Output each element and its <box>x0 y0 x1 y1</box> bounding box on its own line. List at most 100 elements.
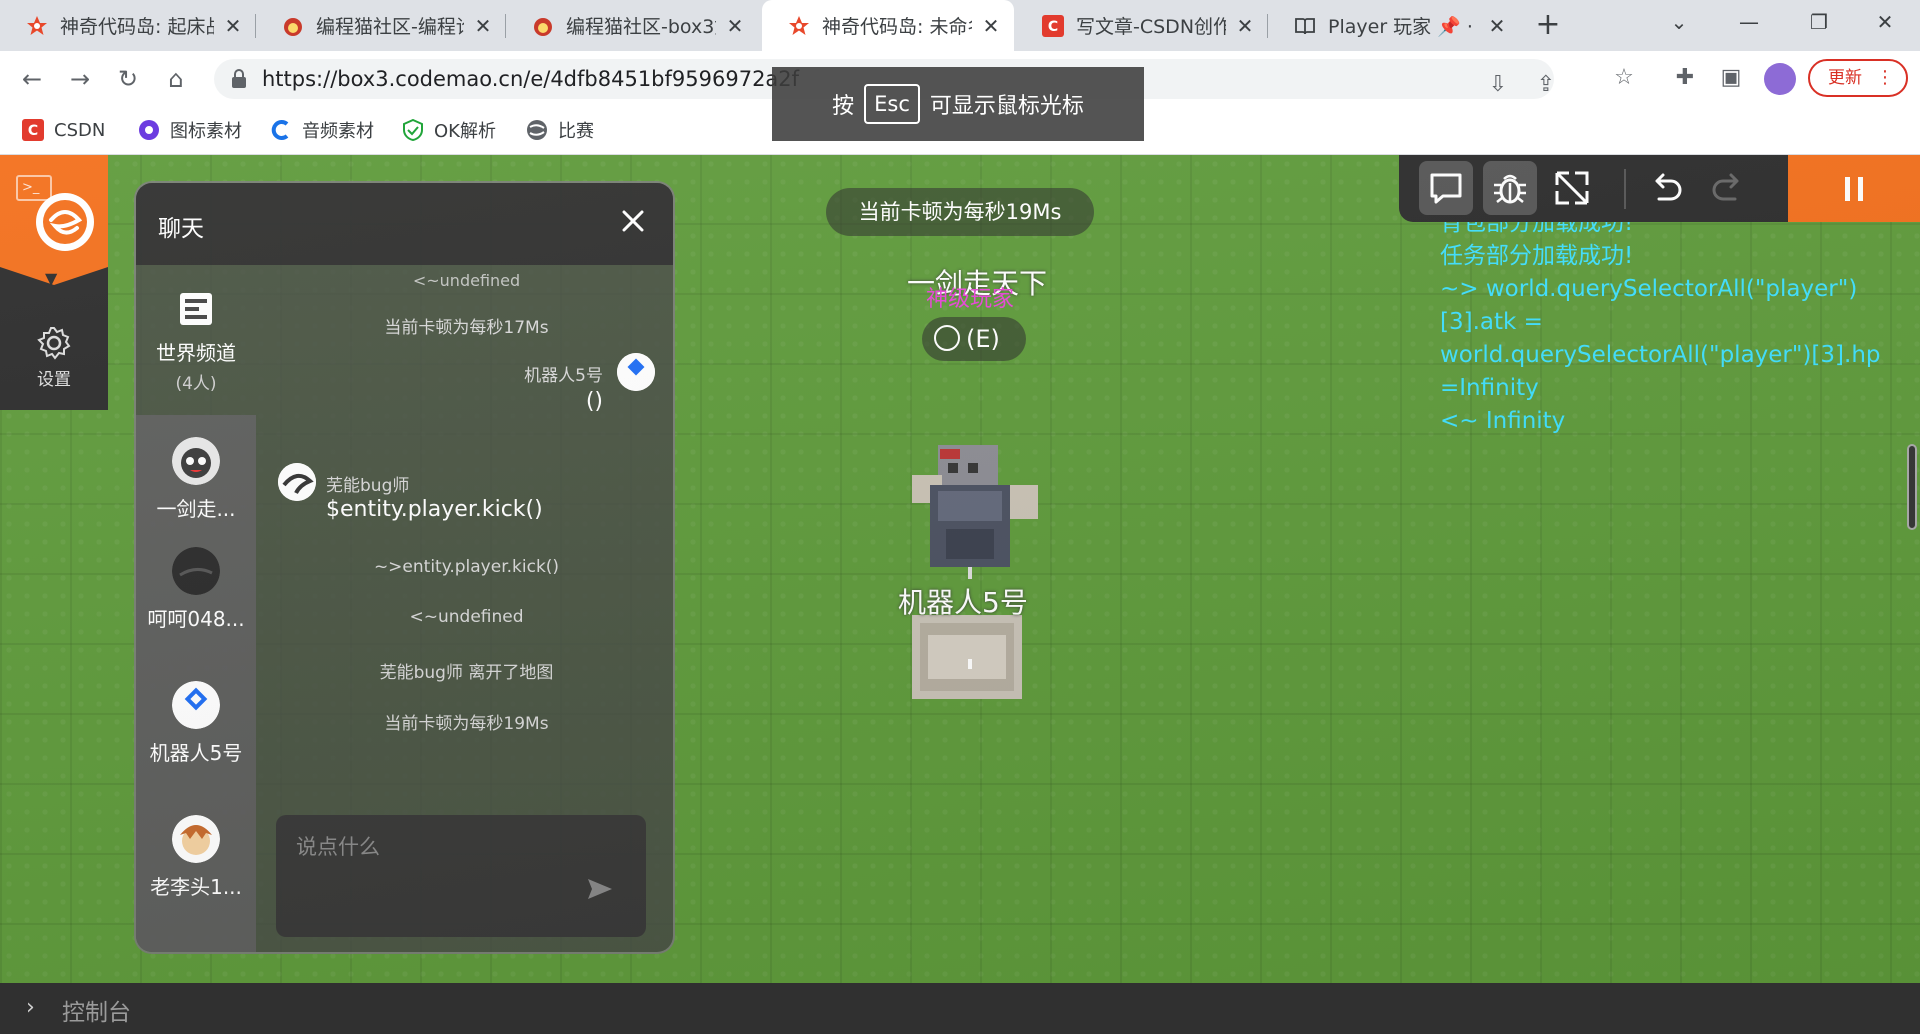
bookmark-ok[interactable]: OK解析 <box>402 115 496 145</box>
close-icon[interactable]: ✕ <box>1234 14 1256 38</box>
game-viewport[interactable]: >_ ▼ 设置 聊天 世界频道 (4人) 一剑走... 呵呵048... 机器人… <box>0 155 1920 983</box>
tab-search-icon[interactable]: ⌄ <box>1644 0 1714 44</box>
system-message: ~>entity.player.kick() <box>373 557 560 577</box>
gear-icon[interactable] <box>36 325 72 361</box>
avatar <box>617 353 655 391</box>
settings-label[interactable]: 设置 <box>0 365 108 390</box>
back-icon[interactable]: ← <box>12 59 52 99</box>
extensions-icon[interactable]: ✚ <box>1668 61 1702 95</box>
codemao-cat-icon <box>282 15 304 37</box>
chat-message-robot: 机器人5号 () <box>355 353 655 423</box>
log-line: 任务部分加载成功! <box>1440 243 1634 269</box>
tab-title: 神奇代码岛: 起床战 <box>60 16 214 38</box>
box3-logo-icon <box>36 193 94 251</box>
chat-sidebar: 世界频道 (4人) 一剑走... 呵呵048... 机器人5号 老李头1... <box>136 265 256 952</box>
bookmark-csdn[interactable]: C CSDN <box>22 115 105 145</box>
bookmark-audio[interactable]: 音频素材 <box>270 115 374 145</box>
console-label: 控制台 <box>62 1000 131 1026</box>
console-output: 背包部分加载成功! 任务部分加载成功! ~> world.querySelect… <box>1440 207 1881 438</box>
tab-2[interactable]: 编程猫社区-编程论 ✕ <box>256 0 506 51</box>
home-icon[interactable]: ⌂ <box>156 59 196 99</box>
redo-icon <box>1712 173 1739 201</box>
close-icon[interactable]: ✕ <box>1486 14 1508 38</box>
csdn-icon: C <box>1042 14 1064 37</box>
log-scrollbar[interactable] <box>1907 444 1917 530</box>
tab-title: 编程猫社区-box3如 <box>566 16 716 38</box>
globe-icon <box>526 119 548 141</box>
console-bar[interactable]: › 控制台 <box>0 983 1920 1034</box>
bug-icon <box>1494 174 1526 204</box>
chat-messages: <~undefined 当前卡顿为每秒17Ms 机器人5号 () 芜能bug师 … <box>256 265 673 952</box>
window-close-icon[interactable]: ✕ <box>1850 0 1920 44</box>
restore-icon[interactable]: ❐ <box>1784 0 1854 44</box>
url-text: https://box3.codemao.cn/e/4dfb8451bf9596… <box>262 67 800 91</box>
sender-name: 机器人5号 <box>524 366 603 386</box>
member-list: 一剑走... 呵呵048... 机器人5号 老李头1... <box>136 415 256 952</box>
bookmark-star-icon[interactable]: ☆ <box>1607 61 1641 95</box>
pause-button[interactable] <box>1788 155 1920 222</box>
system-message: 芜能bug师 离开了地图 <box>379 663 554 683</box>
forward-icon[interactable]: → <box>60 59 100 99</box>
member-name: 呵呵048... <box>147 607 245 631</box>
fps-indicator: 当前卡顿为每秒19Ms <box>826 188 1094 236</box>
csdn-icon: C <box>22 119 44 141</box>
system-message: <~undefined <box>412 271 521 290</box>
esc-cursor-hint: 按 Esc 可显示鼠标光标 <box>772 67 1144 141</box>
avatar <box>278 463 316 501</box>
redo-button[interactable] <box>1701 161 1755 215</box>
world-channel-label: 世界频道 <box>156 341 236 365</box>
update-button[interactable]: 更新 ⋮ <box>1808 59 1908 97</box>
close-icon[interactable] <box>615 203 651 239</box>
world-channel[interactable]: 世界频道 (4人) <box>136 265 256 415</box>
update-label: 更新 <box>1828 68 1862 88</box>
chat-toggle-button[interactable] <box>1419 161 1473 215</box>
close-icon[interactable]: ✕ <box>980 14 1002 38</box>
member-item[interactable]: 老李头1... <box>136 815 256 935</box>
member-item[interactable]: 呵呵048... <box>136 547 256 667</box>
chat-panel: 聊天 世界频道 (4人) 一剑走... 呵呵048... 机器人5号 老李头1.… <box>134 181 675 954</box>
bookmark-contest[interactable]: 比赛 <box>526 115 594 145</box>
tab-6[interactable]: Player 玩家 📌 · G ✕ <box>1268 0 1520 51</box>
chat-bubble-icon <box>1430 173 1462 204</box>
member-name: 老李头1... <box>150 875 242 899</box>
svg-text:C: C <box>1048 19 1058 35</box>
logo-panel[interactable]: >_ <box>0 155 108 267</box>
left-rail: >_ ▼ 设置 <box>0 155 108 410</box>
member-item[interactable]: 一剑走... <box>136 437 256 557</box>
fullscreen-button[interactable] <box>1545 161 1599 215</box>
chevron-right-icon: › <box>26 995 35 1020</box>
shield-check-icon <box>402 119 424 141</box>
screen: 神奇代码岛: 起床战 ✕ 编程猫社区-编程论 ✕ 编程猫社区-box3如 ✕ 神… <box>0 0 1920 1034</box>
install-icon[interactable]: ⇩ <box>1480 67 1516 103</box>
close-icon[interactable]: ✕ <box>472 14 494 38</box>
chevron-down-icon: ▼ <box>45 269 58 288</box>
reload-icon[interactable]: ↻ <box>108 59 148 99</box>
new-tab-button[interactable]: + <box>1530 8 1566 44</box>
close-icon[interactable]: ✕ <box>222 14 244 38</box>
side-panel-icon[interactable]: ▣ <box>1714 61 1748 95</box>
bookmark-icons[interactable]: 图标素材 <box>138 115 242 145</box>
world-channel-count: (4人) <box>175 374 217 394</box>
share-icon[interactable]: ⇪ <box>1528 67 1564 103</box>
book-icon <box>1294 15 1316 37</box>
tab-4-active[interactable]: 神奇代码岛: 未命名 ✕ <box>762 0 1014 51</box>
chat-header: 聊天 <box>136 183 673 265</box>
close-icon[interactable]: ✕ <box>724 14 746 38</box>
minimize-icon[interactable]: — <box>1714 0 1784 44</box>
tab-5[interactable]: C 写文章-CSDN创作 ✕ <box>1016 0 1268 51</box>
debug-button[interactable] <box>1483 161 1537 215</box>
interact-key: (E) <box>966 325 1000 353</box>
message-text: $entity.player.kick() <box>326 497 543 522</box>
profile-avatar[interactable] <box>1764 63 1796 95</box>
undo-button[interactable] <box>1639 161 1693 215</box>
robot-character[interactable] <box>898 445 1048 705</box>
send-icon[interactable] <box>586 875 614 903</box>
interact-prompt[interactable]: (E) <box>922 317 1026 361</box>
player-title-tag: 神级玩家 <box>926 287 1015 312</box>
undo-icon <box>1655 173 1682 201</box>
tab-1[interactable]: 神奇代码岛: 起床战 ✕ <box>0 0 256 51</box>
tab-strip: 神奇代码岛: 起床战 ✕ 编程猫社区-编程论 ✕ 编程猫社区-box3如 ✕ 神… <box>0 0 1920 51</box>
tab-3[interactable]: 编程猫社区-box3如 ✕ <box>506 0 758 51</box>
member-name: 机器人5号 <box>149 741 243 765</box>
member-item[interactable]: 机器人5号 <box>136 681 256 801</box>
